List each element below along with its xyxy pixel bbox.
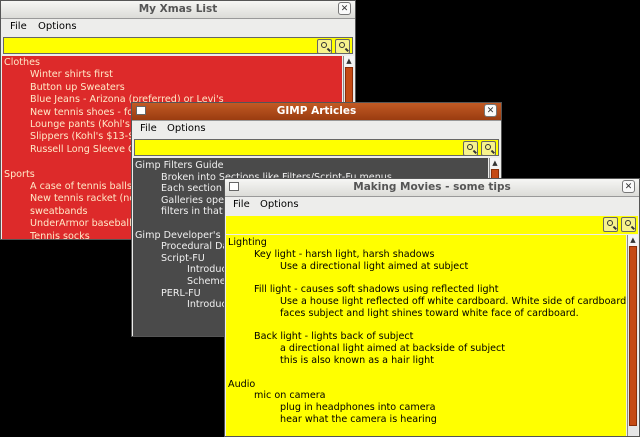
list-item: Procedural Da [161,241,229,253]
list-item: Clothes [4,57,40,68]
movies-menubar: File Options [225,197,639,213]
list-item: faces subject and light shines toward wh… [280,307,579,319]
list-item: Use a house light reflected off white ca… [280,296,626,307]
list-item: this is also known as a hair light [280,355,434,366]
search-icon[interactable] [463,141,478,156]
list-item: hear what the camera is hearing [280,414,437,425]
close-icon[interactable]: ✕ [338,2,351,15]
list-item: Tennis socks [30,230,90,240]
list-item: Russell Long Sleeve C [30,143,135,155]
search-icon[interactable] [603,217,618,232]
list-item: Galleries oper [161,194,228,206]
gimp-window-title: GIMP Articles [276,105,357,117]
xmas-titlebar[interactable]: My Xmas List ✕ [1,1,355,19]
list-item: sweatbands [30,205,88,217]
scroll-up-icon[interactable]: ▲ [628,235,638,246]
list-item: Gimp Filters Guide [135,160,224,171]
list-item: Button up Sweaters [30,81,125,93]
list-item: Key light - harsh light, harsh shadows [254,248,435,260]
list-item: Each section b [161,183,232,195]
gimp-search-input[interactable] [134,139,499,156]
xmas-window-title: My Xmas List [138,3,218,15]
zoom-icon[interactable] [481,141,496,156]
list-item: UnderArmor baseball [30,218,132,230]
list-item: Script-FU [161,252,205,264]
list-item: Winter shirts first [30,69,113,81]
list-item: Back light - lights back of subject [254,331,414,343]
gimp-titlebar[interactable]: GIMP Articles ✕ [132,103,501,121]
list-item: filters in that s [161,206,231,218]
menu-options[interactable]: Options [260,199,299,210]
list-item: Scheme [187,276,226,287]
list-item: Slippers (Kohl's $13-$ [30,131,135,143]
scroll-thumb[interactable] [629,246,637,426]
zoom-icon[interactable] [621,217,636,232]
close-icon[interactable]: ✕ [484,104,497,117]
movies-search-input[interactable] [226,216,638,234]
movies-window-title: Making Movies - some tips [353,181,511,193]
close-icon[interactable]: ✕ [622,180,635,193]
list-item: Use a directional light aimed at subject [280,260,469,272]
movies-scrollbar[interactable]: ▲ [627,235,638,436]
xmas-menubar: File Options [1,19,355,35]
list-item: PERL-FU [161,287,201,299]
list-item: Introduc [187,299,227,311]
menu-file[interactable]: File [233,199,250,210]
menu-file[interactable]: File [140,123,157,134]
list-item: Sports [4,168,35,180]
list-item: plug in headphones into camera [280,402,436,414]
list-item: a directional light aimed at backside of… [280,343,506,355]
list-item: Lighting [228,237,267,248]
list-item: New tennis racket (no [30,193,136,205]
list-item: mic on camera [254,390,326,402]
list-item: Gimp Developer's G [135,229,232,241]
movies-titlebar[interactable]: Making Movies - some tips ✕ [225,179,639,197]
list-item: Audio [228,378,256,390]
menu-options[interactable]: Options [38,21,77,32]
list-item: A case of tennis balls [30,181,132,192]
making-movies-window[interactable]: Making Movies - some tips ✕ File Options… [224,178,640,437]
menu-options[interactable]: Options [167,123,206,134]
scroll-thumb[interactable] [345,67,353,107]
list-item: Lounge pants (Kohl's [30,119,130,130]
list-item: Fill light - causes soft shadows using r… [254,284,499,296]
scroll-up-icon[interactable]: ▲ [490,158,500,169]
menu-file[interactable]: File [10,21,27,32]
list-item: Introduc [187,264,227,276]
gimp-menubar: File Options [132,121,501,137]
zoom-icon[interactable] [335,39,350,54]
xmas-search-input[interactable] [3,37,353,54]
scroll-up-icon[interactable]: ▲ [344,56,354,67]
search-icon[interactable] [317,39,332,54]
list-item: New tennis shoes - fo [30,106,134,118]
movies-tips-content[interactable]: Lighting Key light - harsh light, harsh s… [226,235,626,436]
